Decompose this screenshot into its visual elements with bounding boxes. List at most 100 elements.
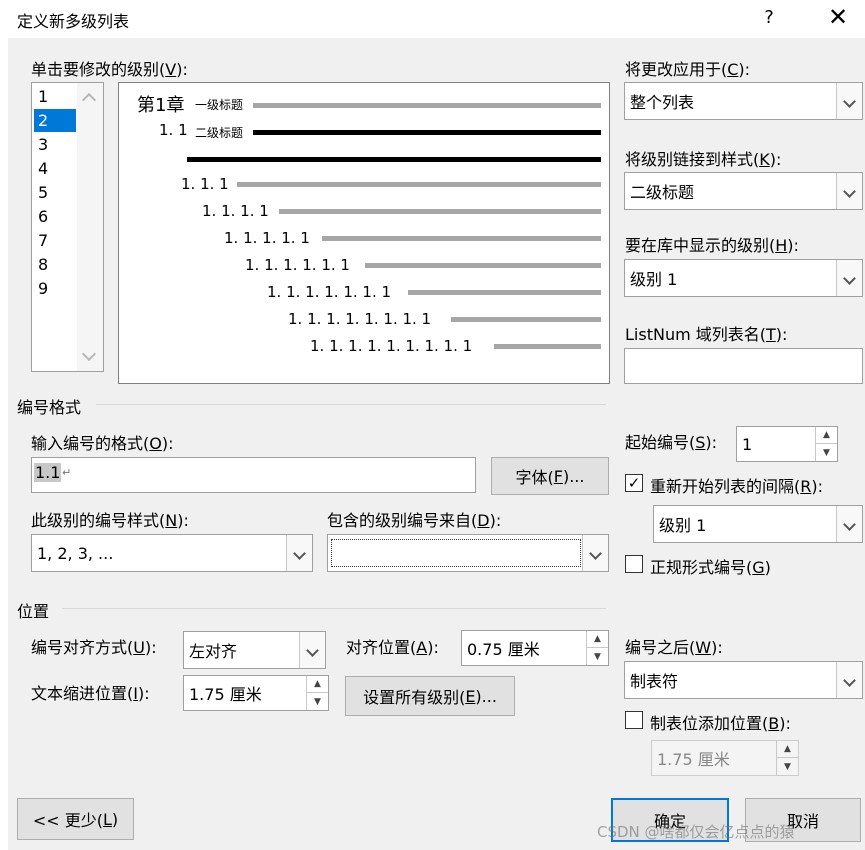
link-style-label: 将级别链接到样式(K): [625,150,782,169]
preview-level-row: 1. 1. 1. 1. 1. 1. 1 [267,283,392,301]
chevron-down-icon[interactable] [286,535,312,571]
include-level-label: 包含的级别编号来自(D): [327,511,502,530]
number-style-combo[interactable]: 1, 2, 3, ... [31,534,313,572]
restart-checkbox[interactable]: ✓ [625,474,643,492]
tab-stop-value: 1.75 厘米 [657,750,730,769]
focus-rect [331,539,581,567]
number-style-label: 此级别的编号样式(N): [31,511,189,530]
follow-number-label: 编号之后(W): [625,638,723,657]
indent-value: 1.75 厘米 [189,685,262,704]
help-button[interactable]: ? [752,4,786,32]
preview-level-row: 1. 1. 1. 1. 1. 1. 1. 1 [288,310,432,328]
preview-level-row: 1. 1. 1. 1 [202,202,269,220]
divider [62,608,606,609]
aligned-at-label: 对齐位置(A): [346,638,439,657]
link-style-combo[interactable]: 二级标题 [624,172,863,210]
scroll-down-icon[interactable] [81,346,97,362]
paragraph-mark-icon: ↵ [62,466,72,479]
chevron-down-icon[interactable] [582,535,608,571]
tab-stop-spinner[interactable]: 1.75 厘米 ▲ ▼ [651,740,799,776]
chevron-down-icon[interactable] [836,662,862,698]
follow-number-combo[interactable]: 制表符 [624,661,863,699]
preview-line-selected [187,157,601,162]
preview-l1-title: 一级标题 [195,98,244,112]
apply-to-value: 整个列表 [630,93,695,112]
spin-down-icon[interactable]: ▼ [777,758,798,775]
preview-line [494,344,601,349]
preview-line [408,290,601,295]
start-at-value: 1 [742,434,753,454]
start-at-spinner[interactable]: 1 ▲ ▼ [736,426,838,462]
level-list-scrollbar[interactable] [77,83,103,371]
title-bar [0,0,865,38]
preview-line [253,103,601,108]
legal-style-label: 正规形式编号(G) [650,558,771,577]
restart-level-combo[interactable]: 级别 1 [653,505,863,543]
preview-l2-prefix: 1. 1 [159,121,188,139]
level-item[interactable]: 9 [34,277,76,300]
spin-up-icon[interactable]: ▲ [777,741,798,758]
chevron-down-icon[interactable] [836,260,862,296]
watermark: CSDN @啥都仅会亿点点的猿 [597,823,795,841]
preview-line [365,263,601,268]
preview-l2-title: 二级标题 [195,126,244,140]
gallery-level-combo[interactable]: 级别 1 [624,259,863,297]
restart-level-value: 级别 1 [659,516,707,535]
chevron-down-icon[interactable] [299,632,325,668]
position-section-label: 位置 [17,602,50,621]
tab-stop-checkbox[interactable] [625,711,643,729]
level-preview: 第1章 一级标题 1. 1 二级标题 1. 1. 1 1. 1. 1. 1 1.… [118,82,610,384]
include-level-combo[interactable] [327,534,609,572]
level-list-label: 单击要修改的级别(V): [31,60,188,79]
chevron-down-icon[interactable] [836,83,862,119]
preview-level-row: 1. 1. 1. 1. 1. 1. 1. 1. 1 [310,337,473,355]
gallery-level-label: 要在库中显示的级别(H): [625,236,799,255]
number-format-section-label: 编号格式 [17,398,82,417]
format-label: 输入编号的格式(O): [31,434,174,453]
spin-down-icon[interactable]: ▼ [587,648,608,665]
level-item[interactable]: 4 [34,157,76,180]
apply-to-label: 将更改应用于(C): [625,60,751,79]
level-item[interactable]: 3 [34,133,76,156]
aligned-at-spinner[interactable]: 0.75 厘米 ▲ ▼ [461,630,609,666]
apply-to-combo[interactable]: 整个列表 [624,82,863,120]
spin-down-icon[interactable]: ▼ [307,693,328,710]
font-button[interactable]: 字体(F)... [491,457,609,495]
set-all-levels-button[interactable]: 设置所有级别(E)... [345,676,515,716]
restart-label: 重新开始列表的间隔(R): [650,477,824,496]
spin-down-icon[interactable]: ▼ [816,444,837,461]
preview-line [279,209,601,214]
level-item[interactable]: 1 [34,85,76,108]
follow-number-value: 制表符 [630,672,679,691]
listnum-label: ListNum 域列表名(T): [625,325,788,344]
number-style-value: 1, 2, 3, ... [37,543,114,563]
level-item[interactable]: 8 [34,253,76,276]
preview-level-row: 1. 1. 1. 1. 1 [224,229,310,247]
spin-up-icon[interactable]: ▲ [307,676,328,693]
level-item[interactable]: 7 [34,229,76,252]
preview-line [451,317,601,322]
preview-level-row: 1. 1. 1. 1. 1. 1 [245,256,350,274]
scroll-up-icon[interactable] [81,92,97,108]
level-item[interactable]: 6 [34,205,76,228]
dialog-title: 定义新多级列表 [17,12,130,31]
level-item[interactable]: 5 [34,181,76,204]
alignment-combo[interactable]: 左对齐 [183,631,326,669]
legal-style-checkbox[interactable] [625,555,643,573]
level-item-selected[interactable]: 2 [34,109,76,132]
listnum-input[interactable] [624,348,863,384]
less-button[interactable]: << 更少(L) [17,798,134,840]
level-list[interactable]: 1 2 3 4 5 6 7 8 9 [31,82,104,372]
spin-up-icon[interactable]: ▲ [587,631,608,648]
preview-l1-prefix: 第1章 [137,95,185,116]
chevron-down-icon[interactable] [836,173,862,209]
preview-level-row: 1. 1. 1 [181,175,229,193]
preview-line [322,236,601,241]
format-input[interactable]: 1.1 ↵ [31,457,476,493]
start-at-label: 起始编号(S): [625,433,718,452]
gallery-level-value: 级别 1 [630,270,678,289]
chevron-down-icon[interactable] [836,506,862,542]
close-button[interactable]: ✕ [818,2,858,32]
indent-spinner[interactable]: 1.75 厘米 ▲ ▼ [183,675,329,711]
spin-up-icon[interactable]: ▲ [816,427,837,444]
